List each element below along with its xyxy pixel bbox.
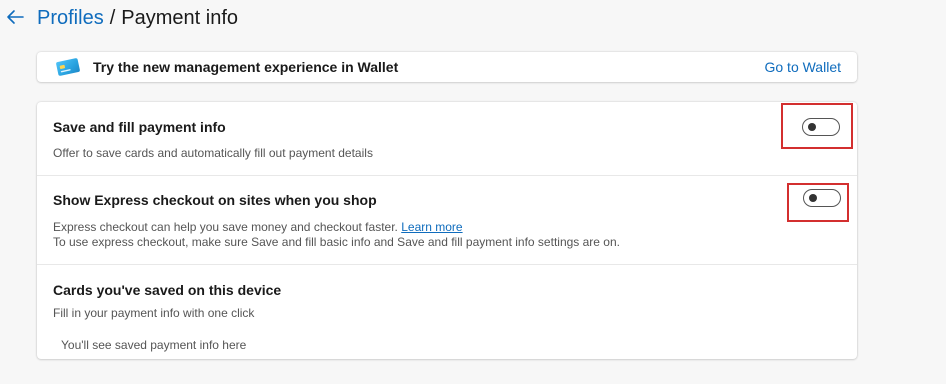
toggle-knob — [808, 123, 816, 131]
express-checkout-setting-row: Show Express checkout on sites when you … — [37, 176, 857, 264]
express-checkout-requirements: To use express checkout, make sure Save … — [53, 235, 620, 249]
learn-more-link[interactable]: Learn more — [401, 220, 462, 234]
express-checkout-description-text: Express checkout can help you save money… — [53, 220, 398, 234]
saved-cards-title: Cards you've saved on this device — [53, 282, 282, 298]
arrow-left-icon — [7, 10, 24, 24]
payment-settings-card: Save and fill payment info Offer to save… — [37, 102, 857, 359]
breadcrumb-separator: / — [109, 7, 116, 29]
express-checkout-toggle[interactable] — [803, 189, 841, 207]
breadcrumb-profiles-link[interactable]: Profiles — [37, 7, 104, 29]
express-checkout-title: Show Express checkout on sites when you … — [53, 192, 377, 208]
page-title: Payment info — [121, 7, 238, 29]
back-button[interactable] — [4, 6, 26, 28]
go-to-wallet-link[interactable]: Go to Wallet — [764, 59, 841, 75]
saved-cards-description: Fill in your payment info with one click — [53, 306, 255, 320]
save-fill-setting-row: Save and fill payment info Offer to save… — [37, 102, 857, 175]
save-fill-toggle[interactable] — [802, 118, 840, 136]
page-header: Profiles / Payment info — [0, 0, 946, 36]
saved-cards-section: Cards you've saved on this device Fill i… — [37, 265, 857, 359]
saved-cards-empty-state: You'll see saved payment info here — [61, 338, 247, 352]
save-fill-title: Save and fill payment info — [53, 119, 226, 135]
wallet-banner: Try the new management experience in Wal… — [37, 52, 857, 82]
save-fill-description: Offer to save cards and automatically fi… — [53, 146, 373, 160]
wallet-card-icon — [56, 58, 80, 76]
toggle-knob — [809, 194, 817, 202]
wallet-banner-text: Try the new management experience in Wal… — [93, 59, 399, 75]
express-checkout-description: Express checkout can help you save money… — [53, 220, 463, 235]
breadcrumb: Profiles / Payment info — [37, 6, 238, 30]
